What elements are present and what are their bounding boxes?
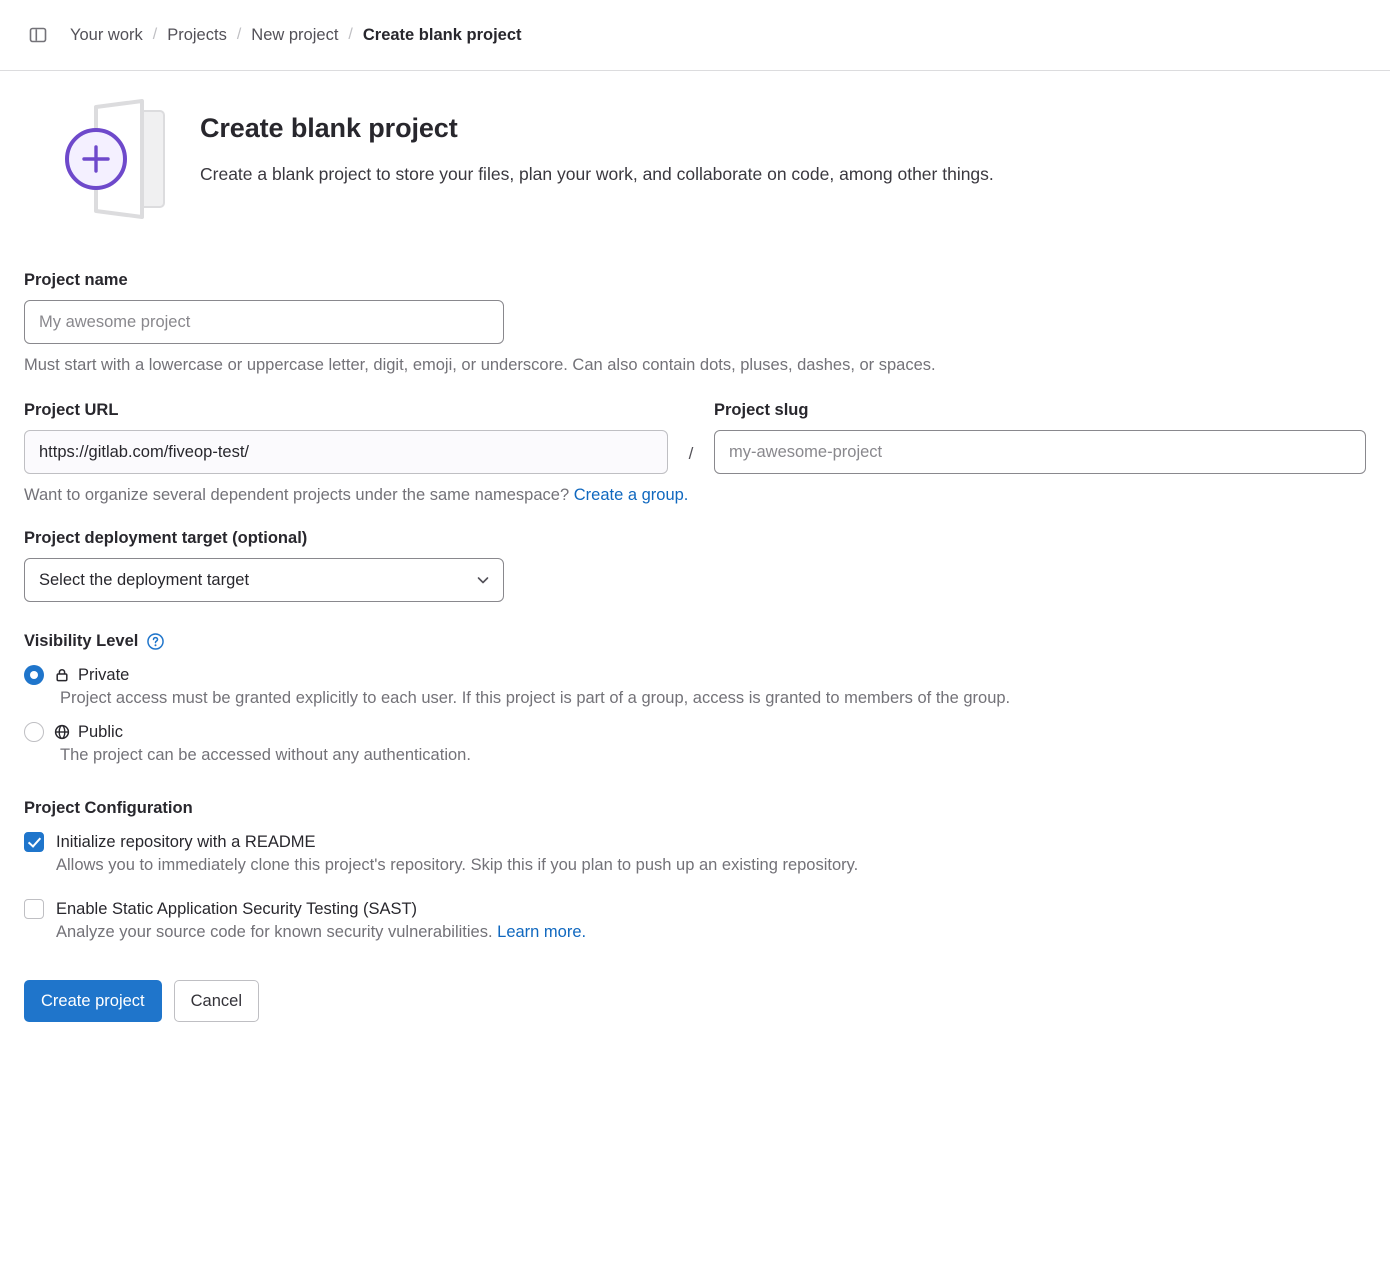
visibility-private-row[interactable]: Private xyxy=(24,665,1366,685)
visibility-private-radio[interactable] xyxy=(24,665,44,685)
visibility-public-label-group[interactable]: Public xyxy=(54,723,123,742)
config-option-sast[interactable]: Enable Static Application Security Testi… xyxy=(24,899,1366,942)
project-url-group: Project URL xyxy=(24,401,668,474)
breadcrumb-bar: Your work / Projects / New project / Cre… xyxy=(0,0,1390,71)
visibility-public-radio[interactable] xyxy=(24,722,44,742)
readme-checkbox-row[interactable]: Initialize repository with a README xyxy=(24,832,1366,852)
config-option-readme[interactable]: Initialize repository with a README Allo… xyxy=(24,832,1366,875)
breadcrumb-separator: / xyxy=(237,26,241,44)
namespace-help-text: Want to organize several dependent proje… xyxy=(24,486,1366,505)
project-name-label: Project name xyxy=(24,271,1366,290)
visibility-private-label: Private xyxy=(78,666,129,685)
visibility-level-title: Visibility Level xyxy=(24,632,1366,651)
readme-checkbox[interactable] xyxy=(24,832,44,852)
breadcrumb-separator: / xyxy=(348,26,352,44)
project-slug-input[interactable] xyxy=(714,430,1366,474)
project-configuration-title: Project Configuration xyxy=(24,799,1366,818)
sidebar-toggle-icon xyxy=(28,25,48,45)
page-content: Create blank project Create a blank proj… xyxy=(0,71,1390,1022)
breadcrumb-item-your-work[interactable]: Your work xyxy=(70,26,143,45)
project-url-row: Project URL / Project slug xyxy=(24,401,1366,474)
breadcrumb-item-projects[interactable]: Projects xyxy=(167,26,227,45)
project-slug-group: Project slug xyxy=(714,401,1366,474)
sast-checkbox-label[interactable]: Enable Static Application Security Testi… xyxy=(56,900,417,919)
readme-checkbox-label[interactable]: Initialize repository with a README xyxy=(56,833,316,852)
visibility-option-public[interactable]: Public The project can be accessed witho… xyxy=(24,722,1366,765)
cancel-button[interactable]: Cancel xyxy=(174,980,259,1022)
create-project-form: Project name Must start with a lowercase… xyxy=(24,271,1366,1022)
create-project-button[interactable]: Create project xyxy=(24,980,162,1022)
sast-checkbox[interactable] xyxy=(24,899,44,919)
visibility-public-description: The project can be accessed without any … xyxy=(60,746,1366,765)
project-name-input[interactable] xyxy=(24,300,504,344)
sast-description-text: Analyze your source code for known secur… xyxy=(56,923,493,941)
form-actions: Create project Cancel xyxy=(24,980,1366,1022)
breadcrumb-separator: / xyxy=(153,26,157,44)
visibility-private-description: Project access must be granted explicitl… xyxy=(60,689,1366,708)
sast-learn-more-link[interactable]: Learn more. xyxy=(497,923,586,941)
create-a-group-link[interactable]: Create a group. xyxy=(574,486,689,504)
sast-description: Analyze your source code for known secur… xyxy=(56,923,1366,942)
readme-description: Allows you to immediately clone this pro… xyxy=(56,856,1366,875)
globe-icon xyxy=(54,724,70,740)
page-subtitle: Create a blank project to store your fil… xyxy=(200,164,994,185)
visibility-level-label: Visibility Level xyxy=(24,632,138,651)
visibility-public-row[interactable]: Public xyxy=(24,722,1366,742)
deployment-target-select[interactable]: Select the deployment target xyxy=(24,558,504,602)
deployment-target-select-wrapper: Select the deployment target xyxy=(24,558,504,602)
project-url-label: Project URL xyxy=(24,401,668,420)
visibility-public-label: Public xyxy=(78,723,123,742)
breadcrumb-item-new-project[interactable]: New project xyxy=(251,26,338,45)
page-header: Create blank project Create a blank proj… xyxy=(24,71,1366,231)
url-slug-separator: / xyxy=(668,444,714,474)
page-header-text: Create blank project Create a blank proj… xyxy=(200,97,994,185)
project-slug-label: Project slug xyxy=(714,401,1366,420)
new-project-plus-icon xyxy=(50,97,200,227)
page-title: Create blank project xyxy=(200,113,994,144)
visibility-private-label-group[interactable]: Private xyxy=(54,666,129,685)
breadcrumb-item-create-blank-project: Create blank project xyxy=(363,26,522,45)
project-url-input[interactable] xyxy=(24,430,668,474)
breadcrumb: Your work / Projects / New project / Cre… xyxy=(70,26,522,45)
project-name-help-text: Must start with a lowercase or uppercase… xyxy=(24,356,1366,375)
question-circle-icon[interactable] xyxy=(147,633,164,650)
sidebar-toggle-button[interactable] xyxy=(24,21,52,49)
deployment-target-label: Project deployment target (optional) xyxy=(24,529,1366,548)
sast-checkbox-row[interactable]: Enable Static Application Security Testi… xyxy=(24,899,1366,919)
visibility-option-private[interactable]: Private Project access must be granted e… xyxy=(24,665,1366,708)
namespace-help-label: Want to organize several dependent proje… xyxy=(24,486,569,504)
lock-icon xyxy=(54,667,70,683)
